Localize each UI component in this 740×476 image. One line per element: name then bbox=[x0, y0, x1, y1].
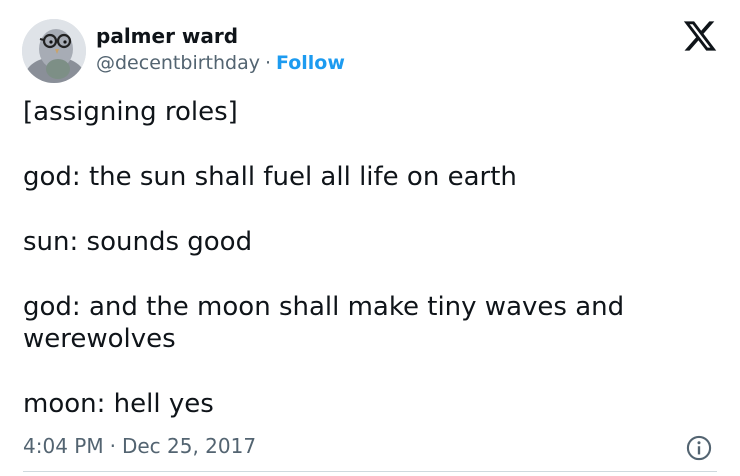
info-icon[interactable] bbox=[685, 434, 713, 462]
tweet-text: [assigning roles] god: the sun shall fue… bbox=[23, 96, 713, 420]
tweet-timestamp[interactable]: 4:04 PM · Dec 25, 2017 bbox=[23, 432, 256, 460]
author-display-name[interactable]: palmer ward bbox=[96, 23, 238, 49]
tweet-line: moon: hell yes bbox=[23, 389, 214, 419]
tweet-time: 4:04 PM bbox=[23, 434, 104, 458]
x-logo-icon[interactable] bbox=[681, 18, 719, 54]
tweet-line: sun: sounds good bbox=[23, 227, 253, 257]
pigeon-avatar-icon bbox=[22, 19, 86, 83]
tweet-line: [assigning roles] bbox=[23, 97, 238, 127]
author-handle[interactable]: @decentbirthday bbox=[96, 52, 260, 74]
tweet-card: palmer ward @decentbirthday · Follow [assi… bbox=[0, 0, 740, 476]
divider bbox=[23, 471, 717, 472]
follow-button[interactable]: Follow bbox=[276, 52, 345, 74]
tweet-date: Dec 25, 2017 bbox=[121, 434, 257, 458]
tweet-line: god: the sun shall fuel all life on eart… bbox=[23, 162, 517, 192]
avatar[interactable] bbox=[22, 19, 86, 83]
handle-separator: · bbox=[264, 52, 272, 74]
tweet-line: god: and the moon shall make tiny waves … bbox=[23, 292, 633, 354]
timestamp-separator: · bbox=[109, 434, 116, 458]
author-handle-row: @decentbirthday · Follow bbox=[96, 50, 345, 76]
